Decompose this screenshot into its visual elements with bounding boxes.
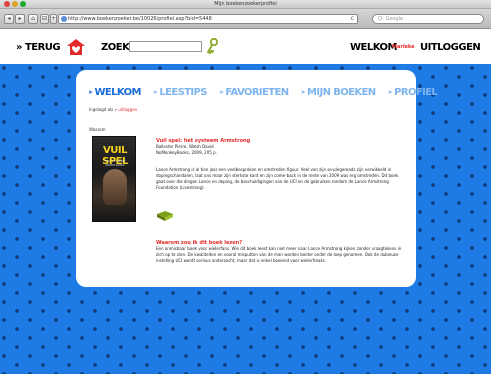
- welcome-label: WELKOM: [350, 42, 398, 53]
- address-url: http://www.boekenzoeker.be/10026/profiel…: [68, 16, 212, 22]
- search-label: ZOEK: [101, 42, 130, 53]
- green-book-icon[interactable]: [156, 210, 174, 222]
- tab-leestips[interactable]: ➤ LEESTIPS: [152, 86, 208, 100]
- tab-favorieten[interactable]: ➤ FAVORIETEN: [219, 86, 289, 100]
- cover-subtitle: HET SYSTEEM ARMSTRONG: [104, 159, 126, 167]
- site-header: » TERUG ZOEK WELKOM Marieke UITLOGGEN: [0, 30, 491, 64]
- house-heart-logo-icon[interactable]: [66, 38, 86, 56]
- bookmark-button[interactable]: ⊟: [40, 14, 49, 24]
- reload-icon[interactable]: c: [351, 15, 354, 23]
- book-authors: Ballester Pierre, Walsh David: [156, 144, 214, 149]
- tab-arrow-icon: ➤: [300, 89, 306, 96]
- tab-arrow-icon: ➤: [152, 89, 158, 96]
- site-search-input[interactable]: [129, 41, 202, 52]
- back-link[interactable]: » TERUG: [16, 42, 61, 54]
- logout-link[interactable]: UITLOGGEN: [420, 42, 481, 54]
- browser-titlebar: Mijn boekenzoekerprofiel: [0, 0, 491, 9]
- tab-arrow-icon: ➤: [88, 89, 93, 96]
- reason-text: Een onmisbaar boek voor wielerfans. Wie …: [156, 246, 402, 263]
- address-bar[interactable]: http://www.boekenzoeker.be/10026/profiel…: [58, 14, 358, 24]
- tab-profiel[interactable]: ➤ PROFIEL: [388, 86, 438, 100]
- book-meta: Ballester Pierre, Walsh David NoMonkeyBo…: [156, 144, 217, 155]
- window-title: Mijn boekenzoekerprofiel: [214, 1, 277, 7]
- cover-photo: [103, 169, 127, 205]
- section-label: Waarom: [89, 127, 106, 132]
- book-cover[interactable]: VUIL SPEL HET SYSTEEM ARMSTRONG: [92, 136, 136, 222]
- tab-arrow-icon: ➤: [387, 89, 393, 96]
- breadcrumb-logout-link[interactable]: uitloggen: [118, 107, 137, 112]
- add-bookmark-button[interactable]: +: [50, 14, 57, 24]
- content-card: ➤ WELKOM ➤ LEESTIPS ➤ FAVORIETEN ➤ MIJN BOEK…: [76, 70, 438, 287]
- breadcrumb-logged-in: Ingelogd als: [89, 107, 114, 112]
- breadcrumb: Ingelogd als » uitloggen: [89, 107, 137, 112]
- browser-search-input[interactable]: Q- Google: [372, 14, 484, 24]
- tab-mijn-boeken[interactable]: ➤ MIJN BOEKEN: [300, 86, 377, 100]
- main-tabs: ➤ WELKOM ➤ LEESTIPS ➤ FAVORIETEN ➤ MIJN BOEK…: [88, 80, 444, 98]
- user-name: Marieke: [392, 44, 415, 50]
- forward-button[interactable]: ▸: [15, 14, 25, 24]
- browser-toolbar: ◂ ▸ ⌂ ⊟ + http://www.boekenzoeker.be/100…: [0, 9, 491, 29]
- tab-welkom[interactable]: ➤ WELKOM: [88, 86, 141, 100]
- book-publisher: NoMonkeyBooks, 2009, 205 p.: [156, 149, 217, 155]
- home-button[interactable]: ⌂: [28, 14, 38, 24]
- key-icon[interactable]: [205, 38, 219, 55]
- book-description: Lance Armstrong is al tien jaar een veel…: [156, 167, 399, 190]
- back-button[interactable]: ◂: [4, 14, 14, 24]
- globe-icon: [61, 16, 67, 22]
- tab-arrow-icon: ➤: [218, 89, 224, 96]
